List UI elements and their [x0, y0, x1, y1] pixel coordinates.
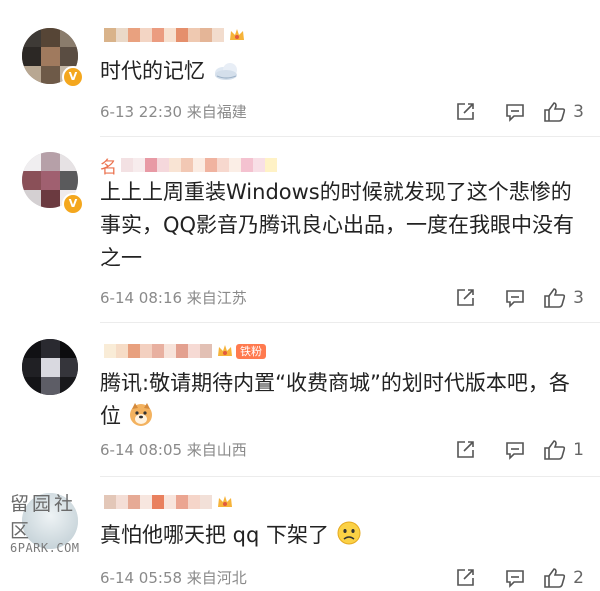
comment-meta: 6-13 22:30 来自福建: [100, 103, 247, 121]
share-button[interactable]: [445, 438, 485, 462]
share-icon: [457, 441, 474, 458]
comment-text: 腾讯:敬请期待内置“收费商城”的划时代版本吧，各位: [100, 367, 580, 433]
crown-badge-icon: [216, 342, 234, 360]
thumbs-up-icon: [544, 440, 566, 460]
username-mosaic: [104, 28, 224, 42]
comment-icon: [506, 290, 524, 308]
username-mosaic: [121, 158, 277, 172]
dog-emoji: [128, 401, 152, 426]
like-count: 3: [573, 102, 584, 122]
share-icon: [457, 103, 474, 120]
share-icon: [457, 289, 474, 306]
username-text[interactable]: 名: [100, 153, 117, 178]
comment-text: 时代的记忆: [100, 55, 580, 88]
comment-text-content: 腾讯:敬请期待内置“收费商城”的划时代版本吧，各位: [100, 371, 570, 428]
comment-icon: [506, 570, 524, 588]
like-button[interactable]: 3: [543, 287, 584, 309]
username[interactable]: 名: [100, 152, 277, 178]
comment-text-content: 真怕他哪天把 qq 下架了: [100, 523, 330, 547]
comment-item: V 名 上上上周重装Windows的时候就发现了这个悲惨的事实，QQ影音乃腾讯良…: [0, 137, 600, 322]
comment-text: 上上上周重装Windows的时候就发现了这个悲惨的事实，QQ影音乃腾讯良心出品，…: [100, 180, 575, 270]
thumbs-up-icon: [544, 288, 566, 308]
crown-badge-icon: [228, 26, 246, 44]
comment-item: V 时代的记忆 6-13 22:30 来自福建 3: [0, 0, 600, 136]
comment-actions: 3: [435, 99, 584, 125]
username[interactable]: 铁粉: [100, 338, 266, 364]
reply-button[interactable]: [495, 566, 535, 590]
thumbs-up-icon: [544, 568, 566, 588]
username[interactable]: [100, 22, 246, 48]
reply-button[interactable]: [495, 100, 535, 124]
comment-text: 真怕他哪天把 qq 下架了: [100, 519, 580, 552]
cloud-emoji: [212, 58, 237, 82]
comment-actions: 3: [435, 285, 584, 311]
verified-badge-icon: V: [62, 193, 84, 215]
like-button[interactable]: 2: [543, 567, 584, 589]
fan-badge: 铁粉: [236, 343, 266, 359]
comment-meta: 6-14 08:05 来自山西: [100, 441, 247, 459]
like-button[interactable]: 3: [543, 101, 584, 123]
username-mosaic: [104, 495, 212, 509]
comment-icon: [506, 442, 524, 460]
share-button[interactable]: [445, 566, 485, 590]
comment-actions: 2: [435, 565, 584, 591]
comment-meta: 6-14 05:58 来自河北: [100, 569, 247, 587]
worried-face-emoji: [336, 520, 361, 545]
share-icon: [457, 569, 474, 586]
watermark-cn: 留园社区: [10, 493, 77, 542]
share-button[interactable]: [445, 100, 485, 124]
avatar[interactable]: [22, 339, 78, 395]
reply-button[interactable]: [495, 286, 535, 310]
thumbs-up-icon: [544, 102, 566, 122]
comment-icon: [506, 104, 524, 122]
comment-meta: 6-14 08:16 来自江苏: [100, 289, 247, 307]
comment-actions: 1: [435, 437, 584, 463]
crown-badge-icon: [216, 493, 234, 511]
username-mosaic: [104, 344, 212, 358]
like-count: 1: [573, 440, 584, 460]
share-button[interactable]: [445, 286, 485, 310]
reply-button[interactable]: [495, 438, 535, 462]
like-count: 3: [573, 288, 584, 308]
watermark: 留园社区 6PARK.COM: [10, 489, 96, 555]
like-button[interactable]: 1: [543, 439, 584, 461]
watermark-en: 6PARK.COM: [10, 541, 80, 555]
like-count: 2: [573, 568, 584, 588]
username[interactable]: [100, 489, 234, 515]
comment-item: 铁粉 腾讯:敬请期待内置“收费商城”的划时代版本吧，各位 6-14 08:05 …: [0, 323, 600, 476]
verified-badge-icon: V: [62, 66, 84, 88]
comment-text-content: 时代的记忆: [100, 59, 205, 83]
